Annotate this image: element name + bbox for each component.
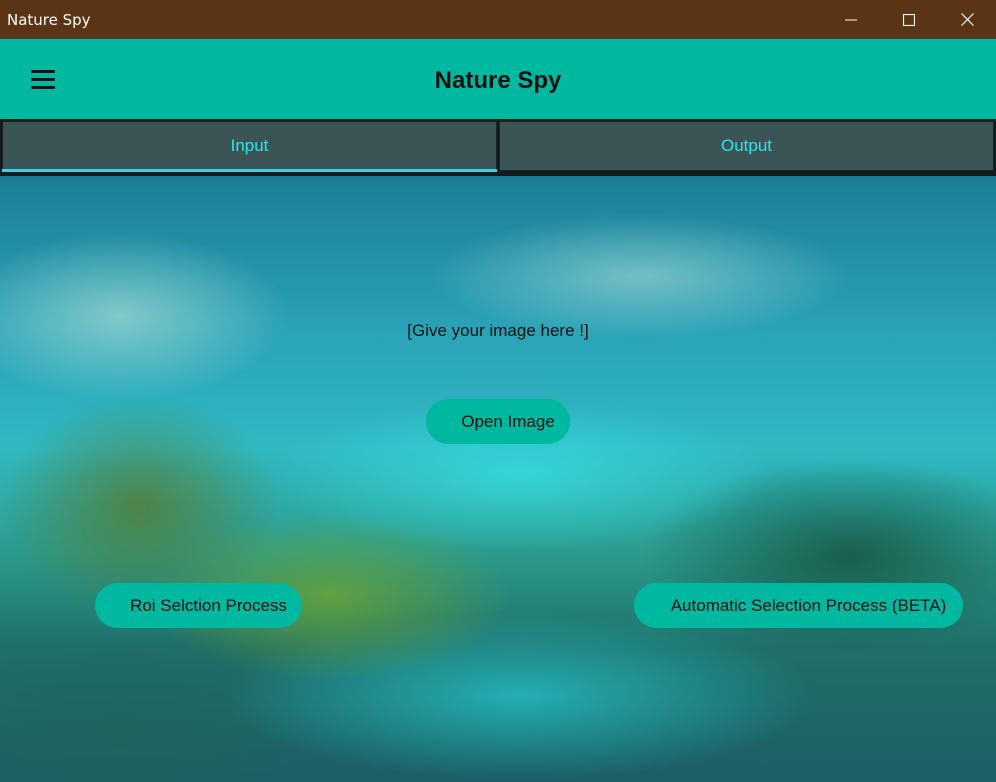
close-icon <box>960 13 974 26</box>
roi-selection-button[interactable]: Roi Selction Process <box>95 583 302 628</box>
close-button[interactable] <box>938 0 996 39</box>
selected-tab-indicator <box>2 169 497 172</box>
open-image-button[interactable]: Open Image <box>426 399 570 444</box>
maximize-icon <box>903 13 915 26</box>
tab-output[interactable]: Output <box>499 121 994 171</box>
minimize-button[interactable] <box>822 0 880 39</box>
automatic-selection-button[interactable]: Automatic Selection Process (BETA) <box>634 583 963 628</box>
app-bar: Nature Spy <box>0 39 996 119</box>
maximize-button[interactable] <box>880 0 938 39</box>
tab-bar: Input Output <box>0 119 996 176</box>
image-prompt-label: [Give your image here !] <box>407 321 589 340</box>
input-panel: [Give your image here !] Open Image Roi … <box>0 176 996 782</box>
tab-input[interactable]: Input <box>2 121 497 171</box>
window-title: Nature Spy <box>7 11 91 29</box>
minimize-icon <box>845 19 857 20</box>
window-titlebar: Nature Spy <box>0 0 996 39</box>
app-title: Nature Spy <box>434 67 562 94</box>
